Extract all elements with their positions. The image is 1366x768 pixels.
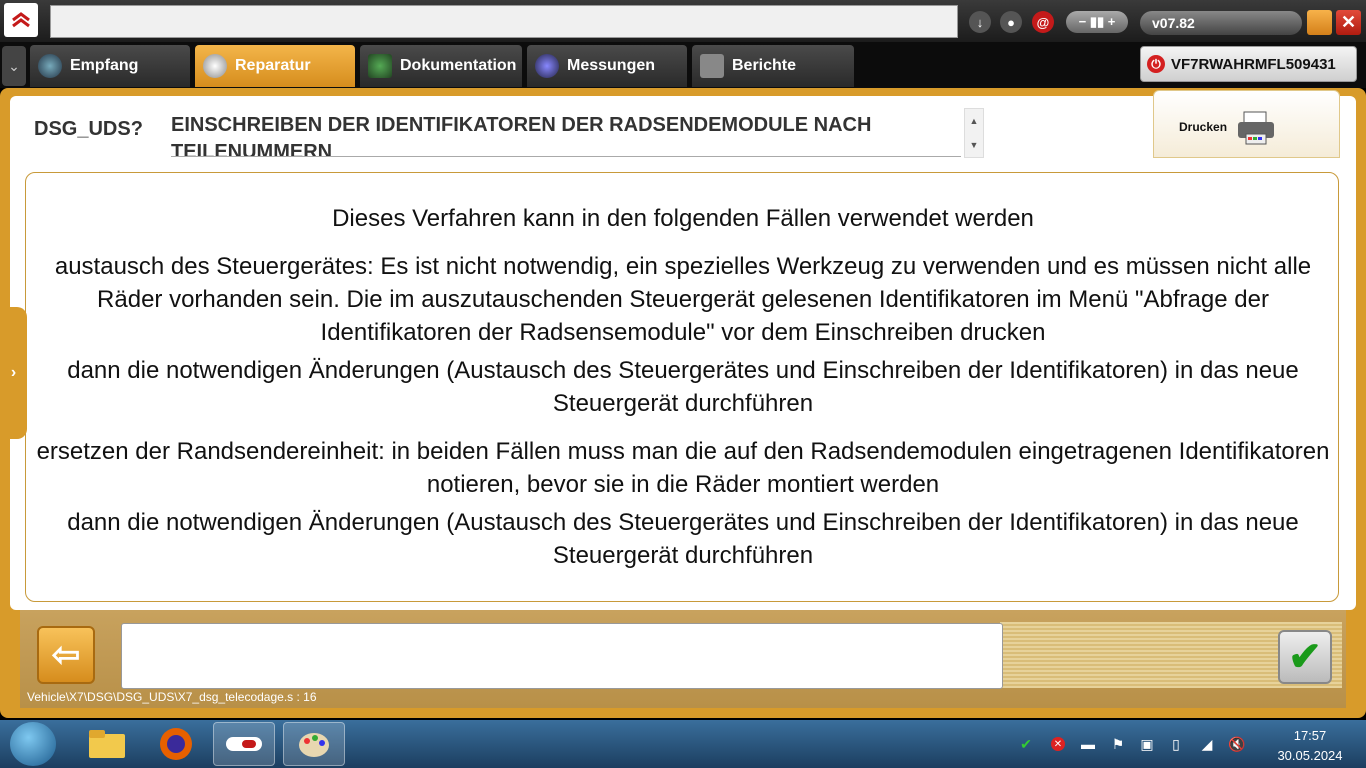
firefox-icon[interactable] [145, 722, 207, 766]
explorer-icon[interactable] [76, 722, 138, 766]
windows-start-icon[interactable] [10, 722, 56, 766]
side-panel-toggle[interactable]: › [0, 307, 27, 439]
checkmark-icon: ✔ [1288, 635, 1322, 679]
vin-label: VF7RWAHRMFL509431 [1171, 55, 1336, 73]
paint-icon[interactable] [283, 722, 345, 766]
magnifier-icon [203, 54, 227, 78]
script-path: Vehicle\X7\DSG\DSG_UDS\X7_dsg_telecodage… [27, 690, 317, 704]
waveform-icon [535, 54, 559, 78]
sync-check-icon[interactable]: ✔ [1016, 734, 1036, 754]
report-icon [700, 54, 724, 78]
procedure-code: DSG_UDS? [34, 118, 143, 140]
instruction-paragraph: dann die notwendigen Änderungen (Austaus… [67, 509, 1299, 569]
email-icon[interactable]: @ [1032, 11, 1054, 33]
message-field [121, 623, 1003, 689]
download-icon[interactable]: ↓ [969, 11, 991, 33]
clock-date: 30.05.2024 [1277, 748, 1343, 763]
display-icon[interactable]: ▣ [1137, 734, 1157, 754]
network-icon[interactable]: ◢ [1197, 734, 1217, 754]
battery-icon[interactable]: ▯ [1166, 734, 1186, 754]
print-label: Drucken [1179, 120, 1228, 134]
tab-messungen[interactable]: Messungen [527, 45, 687, 87]
user-icon[interactable]: ● [1000, 11, 1022, 33]
version-label: v07.82 [1152, 15, 1195, 31]
tab-dokumentation[interactable]: Dokumentation [360, 45, 522, 87]
minimize-button[interactable] [1307, 10, 1332, 35]
volume-muted-icon[interactable]: 🔇 [1227, 734, 1247, 754]
printer-icon [1236, 110, 1276, 146]
power-icon: ⏻ [1147, 55, 1165, 73]
title-field [50, 5, 958, 38]
error-badge-icon[interactable]: ✕ [1048, 734, 1068, 754]
chevron-right-icon: › [10, 364, 17, 381]
confirm-button[interactable]: ✔ [1278, 630, 1332, 684]
book-icon [368, 54, 392, 78]
globe-icon [38, 54, 62, 78]
instruction-paragraph: Dieses Verfahren kann in den folgenden F… [332, 205, 1034, 232]
title-scrollbar[interactable]: ▲ ▼ [964, 108, 984, 158]
tab-empfang[interactable]: Empfang [30, 45, 190, 87]
clock-time: 17:57 [1293, 728, 1327, 743]
device-icon[interactable]: ▬ [1078, 734, 1098, 754]
close-icon: ✕ [1340, 12, 1357, 32]
citroen-logo-icon [4, 3, 38, 37]
tab-label: Dokumentation [400, 57, 517, 74]
tab-berichte[interactable]: Berichte [692, 45, 854, 87]
taskbar-clock[interactable]: 17:57 30.05.2024 [1260, 726, 1360, 766]
instruction-paragraph: dann die notwendigen Änderungen (Austaus… [67, 357, 1299, 417]
vin-button[interactable]: ⏻ VF7RWAHRMFL509431 [1140, 46, 1357, 82]
arrow-left-icon: ⇦ [51, 636, 81, 674]
instruction-paragraph: ersetzen der Randsendereinheit: in beide… [36, 438, 1330, 498]
tab-label: Reparatur [235, 57, 311, 74]
tab-reparatur[interactable]: Reparatur [195, 45, 355, 87]
back-button[interactable]: ⇦ [37, 626, 95, 684]
close-button[interactable]: ✕ [1336, 10, 1361, 35]
flag-icon[interactable]: ⚑ [1108, 734, 1128, 754]
scroll-up-icon[interactable]: ▲ [965, 109, 983, 133]
tab-label: Berichte [732, 57, 797, 74]
procedure-title: EINSCHREIBEN DER IDENTIFIKATOREN DER RAD… [171, 112, 961, 157]
diagbox-app-icon[interactable] [213, 722, 275, 766]
scroll-down-icon[interactable]: ▼ [965, 133, 983, 157]
tab-menu-chevron-icon[interactable]: ⌄ [2, 46, 26, 86]
version-badge: v07.82 [1140, 11, 1302, 35]
tab-label: Empfang [70, 57, 139, 74]
tab-label: Messungen [567, 57, 656, 74]
instruction-paragraph: austausch des Steuergerätes: Es ist nich… [54, 253, 1312, 346]
volume-control[interactable]: − ▮▮ + [1066, 11, 1128, 33]
